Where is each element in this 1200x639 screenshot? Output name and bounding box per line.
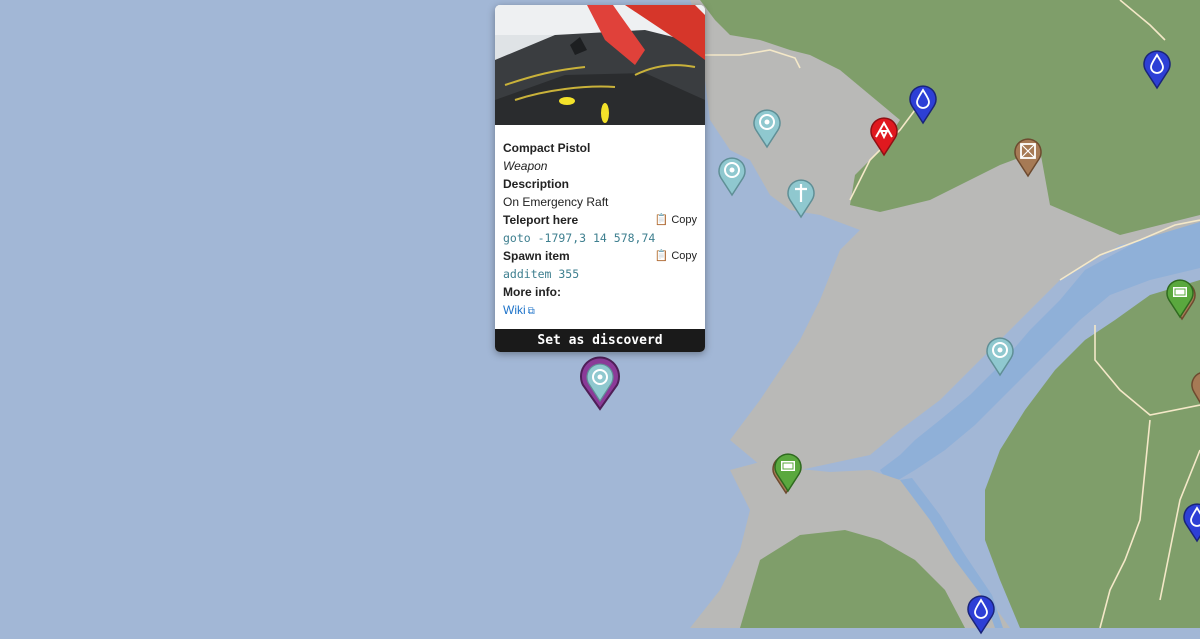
water-marker[interactable] — [966, 594, 996, 635]
water-marker[interactable] — [1182, 502, 1200, 543]
crate-marker[interactable] — [1190, 370, 1200, 410]
water-marker[interactable] — [1142, 49, 1172, 90]
selected-marker[interactable] — [578, 354, 622, 411]
item-marker[interactable] — [1165, 278, 1196, 321]
more-info-label: More info: — [503, 285, 561, 299]
item-name: Compact Pistol — [503, 141, 591, 155]
description-label: Description — [503, 177, 570, 191]
location-marker[interactable] — [717, 156, 747, 197]
ticket-icon — [781, 461, 795, 471]
copy-label: Copy — [671, 214, 697, 226]
teleport-command: goto -1797,3 14 578,74 — [503, 231, 656, 245]
grave-marker[interactable] — [786, 178, 816, 219]
item-category: Weapon — [503, 159, 548, 173]
wiki-link[interactable]: Wiki ⧉ — [503, 303, 535, 317]
teleport-label: Teleport here — [503, 213, 579, 227]
location-marker[interactable] — [752, 108, 782, 149]
copy-label: Copy — [671, 250, 697, 262]
item-photo — [495, 5, 705, 125]
copy-spawn-button[interactable]: 📋 Copy — [655, 247, 697, 265]
item-marker[interactable] — [772, 452, 803, 495]
external-link-icon: ⧉ — [527, 306, 535, 317]
location-marker[interactable] — [985, 336, 1015, 377]
clipboard-icon: 📋 — [654, 214, 669, 226]
spawn-command: additem 355 — [503, 267, 580, 281]
copy-teleport-button[interactable]: 📋 Copy — [655, 211, 697, 229]
ticket-icon — [1173, 287, 1187, 297]
wiki-link-label: Wiki — [503, 303, 526, 317]
water-marker[interactable] — [908, 84, 938, 125]
clipboard-icon: 📋 — [654, 250, 669, 262]
item-popup: Compact Pistol Weapon Description On Eme… — [495, 5, 705, 352]
camp-marker[interactable] — [869, 116, 899, 157]
crate-marker[interactable] — [1013, 137, 1043, 178]
description-text: On Emergency Raft — [503, 195, 609, 209]
spawn-label: Spawn item — [503, 249, 570, 263]
set-discovered-button[interactable]: Set as discoverd — [495, 329, 705, 352]
popup-body: Compact Pistol Weapon Description On Eme… — [503, 139, 697, 319]
